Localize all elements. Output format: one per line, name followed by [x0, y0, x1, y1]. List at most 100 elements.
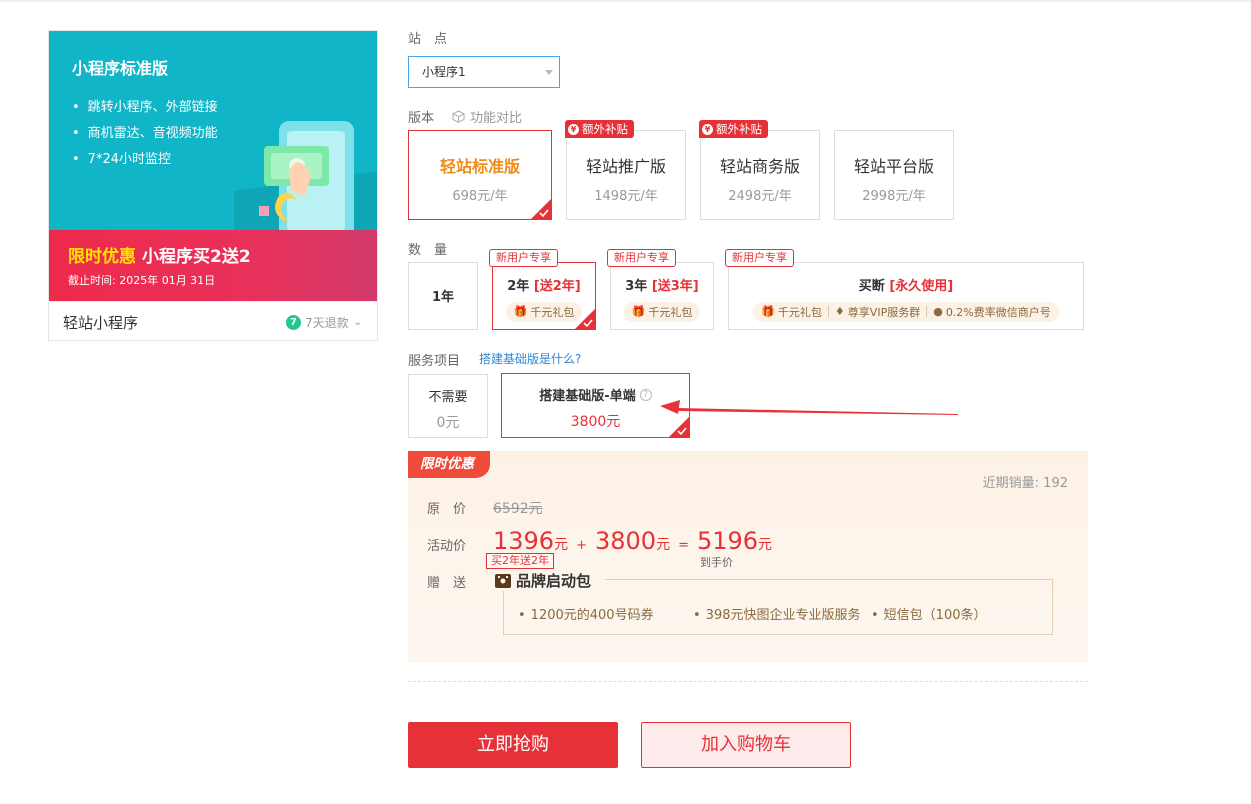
gift-icon: 🎁 [513, 305, 528, 318]
section-divider [408, 681, 1088, 682]
feature-item: 跳转小程序、外部链接 [72, 95, 218, 121]
product-name: 轻站小程序 [63, 314, 139, 332]
percent-icon: ● [933, 305, 943, 318]
site-select-value: 小程序1 [422, 65, 466, 79]
package-item: 1200元的400号码券 [518, 604, 693, 623]
version-option-platform[interactable]: 轻站平台版 2998元/年 [834, 130, 954, 220]
site-label: 站 点 [408, 32, 448, 47]
service-help-link[interactable]: 搭建基础版是什么? [479, 350, 581, 367]
version-name: 轻站商务版 [719, 157, 800, 176]
ticket-icon [495, 573, 511, 588]
version-label: 版本 [408, 111, 435, 126]
site-select[interactable]: 小程序1 [408, 56, 560, 88]
subsidy-tag: ¥ 额外补贴 [699, 120, 768, 138]
original-price-label: 原 价 [427, 502, 467, 517]
quantity-main: 3年 [625, 279, 648, 294]
version-option-promote[interactable]: ¥ 额外补贴 轻站推广版 1498元/年 [565, 120, 686, 220]
service-price: 0元 [436, 415, 460, 431]
add-to-cart-button[interactable]: 加入购物车 [641, 722, 851, 768]
quantity-main: 买断 [858, 279, 885, 294]
cube-icon [452, 110, 465, 123]
refund-label: 7天退款 [304, 316, 349, 330]
gift-label: 赠 送 [427, 576, 467, 591]
package-title: 品牌启动包 [516, 572, 592, 590]
selected-check-icon [574, 308, 596, 330]
caret-down-icon [545, 70, 553, 75]
new-user-tag: 新用户专享 [489, 249, 558, 267]
version-price: 1498元/年 [594, 189, 658, 204]
quantity-label: 数 量 [408, 243, 448, 258]
feature-list: 跳转小程序、外部链接 商机雷达、音视频功能 7*24小时监控 [72, 95, 218, 173]
quantity-bonus: [送3年] [651, 279, 699, 294]
feature-item: 7*24小时监控 [72, 147, 218, 173]
product-banner: 小程序标准版 跳转小程序、外部链接 商机雷达、音视频功能 7*24小时监控 限时… [49, 31, 377, 301]
chevron-down-icon: ⌄ [353, 317, 362, 328]
version-price: 2498元/年 [728, 189, 792, 204]
quantity-bonus: [永久使用] [889, 279, 954, 294]
refund-dropdown[interactable]: 7 7天退款 ⌄ [285, 314, 362, 331]
version-name: 轻站平台版 [853, 157, 934, 176]
plus-sign: + [576, 538, 587, 553]
recent-sales: 近期销量: 192 [982, 476, 1068, 491]
version-name: 轻站推广版 [585, 157, 666, 176]
gift-pill: 🎁 千元礼包 [505, 301, 583, 322]
gift-icon: 🎁 [761, 305, 775, 318]
quantity-option-buyout[interactable]: 新用户专享 买断 [永久使用] 🎁 千元礼包 ♦ 尊享VIP服务群 ● 0.2%费率微… [725, 249, 1084, 330]
service-label: 服务项目 [408, 354, 461, 369]
yen-icon: ¥ [568, 123, 579, 135]
equals-sign: = [678, 538, 689, 553]
version-option-business[interactable]: ¥ 额外补贴 轻站商务版 2498元/年 [699, 120, 820, 220]
gift-icon: 🎁 [631, 305, 646, 318]
quantity-main: 2年 [507, 279, 530, 294]
version-name: 轻站标准版 [439, 157, 520, 176]
compare-label: 功能对比 [470, 111, 523, 126]
final-price-caption: 到手价 [700, 556, 733, 569]
package-item: 短信包（100条） [871, 604, 987, 623]
activity-price: 1396 [493, 527, 555, 555]
promo-deadline: 截止时间: 2025年 01月 31日 [68, 274, 216, 287]
promo-strip: 限时优惠 小程序买2送2 截止时间: 2025年 01月 31日 [49, 230, 377, 301]
service-price-total: 3800 [594, 527, 657, 555]
feature-compare-link[interactable]: 功能对比 [452, 107, 522, 126]
buy-now-button[interactable]: 立即抢购 [408, 722, 618, 768]
promo-text: 小程序买2送2 [142, 247, 251, 267]
banner-title: 小程序标准版 [72, 59, 169, 78]
annotation-arrow [660, 400, 958, 415]
original-price: 6592元 [493, 501, 543, 517]
new-user-tag: 新用户专享 [725, 249, 794, 267]
package-item: 398元快图企业专业版服务 [693, 604, 871, 623]
card-footer: 轻站小程序 7 7天退款 ⌄ [49, 301, 377, 340]
activity-price-label: 活动价 [427, 539, 467, 554]
service-option-none[interactable]: 不需要 0元 [408, 374, 488, 438]
promo-highlight: 限时优惠 [68, 247, 136, 267]
service-name: 搭建基础版-单端 [539, 389, 636, 404]
gift-pill: 🎁 千元礼包 ♦ 尊享VIP服务群 ● 0.2%费率微信商户号 [753, 301, 1059, 322]
selected-check-icon [530, 198, 552, 220]
quantity-option-3y[interactable]: 新用户专享 3年 [送3年] 🎁 千元礼包 [607, 249, 714, 330]
quantity-option-2y[interactable]: 新用户专享 2年 [送2年] 🎁 千元礼包 [489, 249, 596, 330]
refund-badge-icon: 7 [285, 315, 301, 330]
new-user-tag: 新用户专享 [607, 249, 676, 267]
service-name: 不需要 [428, 390, 468, 405]
top-divider [0, 0, 1251, 2]
final-price: 5196 [696, 527, 759, 555]
product-card: 小程序标准版 跳转小程序、外部链接 商机雷达、音视频功能 7*24小时监控 限时… [48, 30, 378, 341]
diamond-icon: ♦ [834, 305, 845, 318]
promo-panel: 限时优惠 近期销量: 192 原 价 6592元 活动价 1396 元 + 380… [408, 451, 1088, 663]
selected-check-icon [668, 416, 690, 438]
quantity-bonus: [送2年] [533, 279, 581, 294]
subsidy-tag: ¥ 额外补贴 [565, 120, 634, 138]
yen-icon: ¥ [702, 123, 713, 135]
buy-bonus-tag: 买2年送2年 [486, 553, 554, 569]
package-items: 1200元的400号码券 398元快图企业专业版服务 短信包（100条） [518, 604, 987, 623]
quantity-option-1y[interactable]: 1年 [408, 262, 478, 330]
version-option-standard[interactable]: 轻站标准版 698元/年 [408, 130, 552, 220]
quantity-main: 1年 [431, 290, 455, 305]
gift-pill: 🎁 千元礼包 [623, 301, 701, 322]
limited-offer-tag: 限时优惠 [408, 451, 490, 478]
phone-illustration [234, 121, 377, 241]
help-icon[interactable]: ? [639, 388, 652, 401]
feature-item: 商机雷达、音视频功能 [72, 121, 218, 147]
price-equation: 1396 元 + 3800 元 = 5196 元 [493, 527, 773, 555]
version-price: 2998元/年 [862, 189, 926, 204]
